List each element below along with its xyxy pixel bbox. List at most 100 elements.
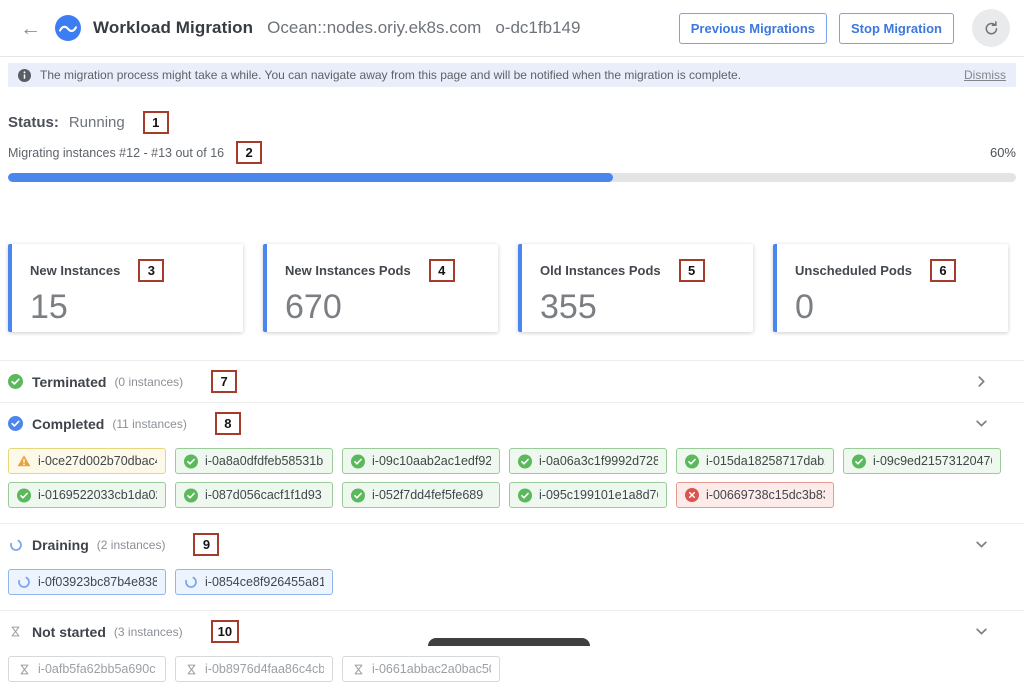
check-circle-green-icon: [17, 488, 31, 502]
section-draining: Draining (2 instances) 9 i-0f03923bc87b4e83…: [0, 523, 1024, 610]
instance-chips-not-started: i-0afb5fa62bb5a690ci-0b8976d4faa86c4cbi-…: [0, 652, 1024, 697]
check-circle-blue-icon: [8, 416, 23, 431]
check-circle-green-icon: [351, 488, 365, 502]
back-arrow-icon[interactable]: ←: [20, 18, 41, 39]
section-title: Terminated: [32, 374, 106, 390]
card-value: 670: [285, 290, 480, 324]
instance-id: i-015da18258717dab2: [706, 454, 825, 468]
check-circle-green-icon: [8, 374, 23, 389]
status-label: Status:: [8, 114, 59, 131]
page-header: ← Workload Migration Ocean::nodes.oriy.e…: [0, 0, 1024, 57]
hourglass-icon: [184, 662, 198, 676]
check-circle-green-icon: [184, 454, 198, 468]
instance-id: i-0b8976d4faa86c4cb: [205, 662, 324, 676]
check-circle-green-icon: [518, 488, 532, 502]
section-header-draining[interactable]: Draining (2 instances) 9: [0, 524, 1024, 565]
stop-migration-button[interactable]: Stop Migration: [839, 13, 954, 44]
instance-id: i-052f7dd4fef5fe689: [372, 488, 483, 502]
annotation-badge: 4: [429, 259, 455, 282]
section-count: (11 instances): [112, 417, 186, 431]
breadcrumb: Ocean::nodes.oriy.ek8s.com o-dc1fb149: [267, 18, 580, 38]
instance-id: i-0f03923bc87b4e838: [38, 575, 157, 589]
check-circle-green-icon: [685, 454, 699, 468]
instance-id: i-0169522033cb1da02: [38, 488, 157, 502]
page-title: Workload Migration: [93, 18, 253, 38]
card-value: 15: [30, 290, 225, 324]
card-label: Unscheduled Pods: [795, 263, 912, 278]
spinner-icon: [17, 575, 31, 589]
card-label: Old Instances Pods: [540, 263, 661, 278]
chevron-down-icon[interactable]: [975, 625, 988, 638]
ocean-logo-icon: [55, 15, 81, 41]
instance-id: i-0661abbac2a0bac50: [372, 662, 491, 676]
previous-migrations-button[interactable]: Previous Migrations: [679, 13, 827, 44]
instance-chip: i-052f7dd4fef5fe689: [342, 482, 500, 508]
instance-id: i-0a8a0dfdfeb58531b: [205, 454, 323, 468]
section-title: Not started: [32, 624, 106, 640]
section-count: (3 instances): [114, 625, 183, 639]
instance-chip: i-0f03923bc87b4e838: [8, 569, 166, 595]
chevron-down-icon[interactable]: [975, 417, 988, 430]
progress-percent: 60%: [990, 145, 1016, 160]
instance-chip: i-015da18258717dab2: [676, 448, 834, 474]
progress-fill: [8, 173, 613, 182]
instance-chip: i-00669738c15dc3b83: [676, 482, 834, 508]
card-label: New Instances Pods: [285, 263, 411, 278]
instance-id: i-09c9ed21573120476: [873, 454, 992, 468]
annotation-badge: 5: [679, 259, 705, 282]
bottom-overlay-bar: [428, 638, 590, 646]
annotation-badge: 10: [211, 620, 239, 643]
instance-chip: i-087d056cacf1f1d93: [175, 482, 333, 508]
spinner-icon: [8, 537, 23, 552]
instance-id: i-095c199101e1a8d76: [539, 488, 658, 502]
instance-id: i-00669738c15dc3b83: [706, 488, 825, 502]
chevron-right-icon[interactable]: [975, 375, 988, 388]
instance-chip: i-0a06a3c1f9992d728: [509, 448, 667, 474]
instance-chip: i-09c10aab2ac1edf92: [342, 448, 500, 474]
refresh-button[interactable]: [972, 9, 1010, 47]
instance-chip: i-0169522033cb1da02: [8, 482, 166, 508]
instance-chip: i-0ce27d002b70dbac4: [8, 448, 166, 474]
card-value: 0: [795, 290, 990, 324]
check-circle-green-icon: [184, 488, 198, 502]
annotation-badge: 3: [138, 259, 164, 282]
section-title: Draining: [32, 537, 89, 553]
chevron-down-icon[interactable]: [975, 538, 988, 551]
section-header-terminated[interactable]: Terminated (0 instances) 7: [0, 361, 1024, 402]
section-completed: Completed (11 instances) 8 i-0ce27d002b70db…: [0, 402, 1024, 523]
annotation-badge: 1: [143, 111, 169, 134]
banner-text: The migration process might take a while…: [40, 68, 741, 82]
annotation-badge: 8: [215, 412, 241, 435]
migration-status-block: Status: Running 1 Migrating instances #1…: [0, 111, 1024, 182]
cluster-name: Ocean::nodes.oriy.ek8s.com: [267, 18, 481, 38]
error-circle-icon: [685, 488, 699, 502]
instance-id: i-0a06a3c1f9992d728: [539, 454, 658, 468]
annotation-badge: 2: [236, 141, 262, 164]
instance-id: i-09c10aab2ac1edf92: [372, 454, 491, 468]
instance-id: i-087d056cacf1f1d93: [205, 488, 322, 502]
annotation-badge: 6: [930, 259, 956, 282]
section-header-completed[interactable]: Completed (11 instances) 8: [0, 403, 1024, 444]
card-label: New Instances: [30, 263, 120, 278]
instance-chip: i-0b8976d4faa86c4cb: [175, 656, 333, 682]
section-count: (2 instances): [97, 538, 166, 552]
summary-card: New Instances 3 15: [8, 244, 243, 332]
instance-chip: i-0a8a0dfdfeb58531b: [175, 448, 333, 474]
summary-card: New Instances Pods 4 670: [263, 244, 498, 332]
progress-bar: [8, 173, 1016, 182]
annotation-badge: 7: [211, 370, 237, 393]
status-value: Running: [69, 114, 125, 131]
instance-chips-completed: i-0ce27d002b70dbac4 i-0a8a0dfdfeb58531b i-…: [0, 444, 1024, 523]
card-value: 355: [540, 290, 735, 324]
check-circle-green-icon: [852, 454, 866, 468]
dismiss-link[interactable]: Dismiss: [964, 68, 1006, 82]
section-title: Completed: [32, 416, 104, 432]
instance-chip: i-0661abbac2a0bac50: [342, 656, 500, 682]
section-terminated: Terminated (0 instances) 7: [0, 360, 1024, 402]
check-circle-green-icon: [518, 454, 532, 468]
hourglass-icon: [8, 624, 23, 639]
section-count: (0 instances): [114, 375, 183, 389]
instance-sections: Terminated (0 instances) 7 Completed (11 ins…: [0, 360, 1024, 697]
annotation-badge: 9: [193, 533, 219, 556]
warning-triangle-icon: [17, 454, 31, 468]
